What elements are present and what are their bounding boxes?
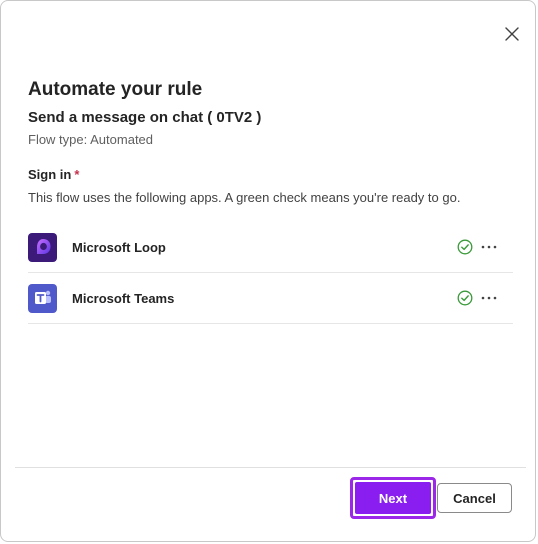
- flow-type-label: Flow type: Automated: [28, 132, 154, 147]
- dialog-title: Automate your rule: [28, 79, 203, 100]
- close-icon: [505, 27, 519, 41]
- next-button[interactable]: Next: [350, 477, 436, 519]
- footer-divider: [15, 467, 526, 468]
- cancel-button[interactable]: Cancel: [437, 483, 512, 513]
- more-options-button[interactable]: [479, 288, 499, 308]
- app-name: Microsoft Loop: [72, 239, 166, 255]
- more-horizontal-icon: [481, 245, 497, 249]
- sign-in-heading: Sign in *: [28, 167, 79, 182]
- automate-rule-dialog: Automate your rule Send a message on cha…: [0, 0, 536, 542]
- check-circle-icon: [457, 239, 473, 255]
- flow-name: Send a message on chat ( 0TV2 ): [28, 109, 262, 126]
- microsoft-loop-icon: [28, 232, 57, 262]
- app-row-microsoft-loop: Microsoft Loop: [28, 222, 513, 273]
- app-connection-list: Microsoft Loop Microsoft Teams: [28, 222, 513, 324]
- more-horizontal-icon: [481, 296, 497, 300]
- sign-in-label: Sign in: [28, 167, 72, 182]
- more-options-button[interactable]: [479, 237, 499, 257]
- sign-in-description: This flow uses the following apps. A gre…: [28, 190, 461, 205]
- close-button[interactable]: [501, 23, 523, 45]
- next-button-label: Next: [355, 482, 431, 514]
- app-name: Microsoft Teams: [72, 290, 175, 306]
- check-circle-icon: [457, 290, 473, 306]
- microsoft-teams-icon: [28, 283, 57, 313]
- app-row-microsoft-teams: Microsoft Teams: [28, 273, 513, 324]
- required-marker: *: [74, 167, 80, 182]
